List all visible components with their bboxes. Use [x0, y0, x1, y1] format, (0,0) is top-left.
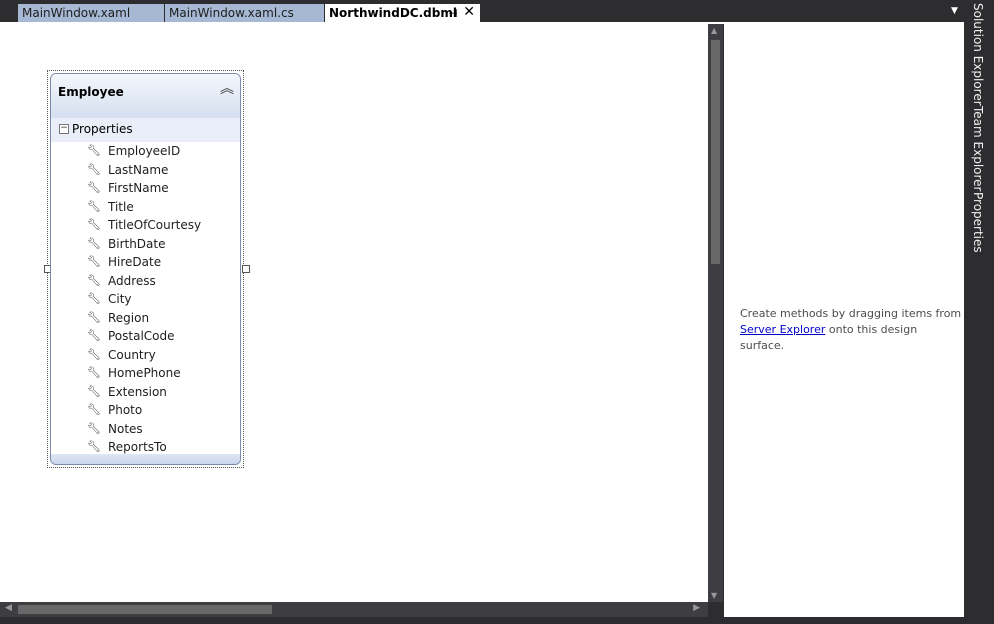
- property-item[interactable]: 🔧︎ Address: [51, 272, 240, 291]
- wrench-icon: 🔧︎: [87, 292, 101, 305]
- tab-mainwindow-xaml-cs[interactable]: MainWindow.xaml.cs: [165, 4, 324, 23]
- wrench-icon: 🔧︎: [87, 236, 101, 250]
- document-tab-bar: MainWindow.xaml MainWindow.xaml.cs North…: [0, 0, 994, 23]
- scroll-left-icon[interactable]: ◀: [5, 603, 12, 613]
- scroll-up-icon[interactable]: ▲: [711, 26, 717, 35]
- scroll-down-icon[interactable]: ▼: [711, 591, 717, 600]
- wrench-icon: 🔧︎: [87, 310, 101, 324]
- property-item[interactable]: 🔧︎ TitleOfCourtesy: [51, 216, 240, 235]
- side-tab-team-explorer[interactable]: Team Explorer: [971, 106, 985, 192]
- property-item[interactable]: 🔧︎ Photo: [51, 401, 240, 420]
- property-item[interactable]: 🔧︎ LastName: [51, 161, 240, 180]
- vertical-scrollbar[interactable]: ▲ ▼: [708, 24, 723, 602]
- property-item[interactable]: 🔧︎ HomePhone: [51, 364, 240, 383]
- wrench-icon: 🔧︎: [87, 403, 101, 416]
- tab-mainwindow-xaml[interactable]: MainWindow.xaml: [18, 4, 164, 23]
- scrollbar-corner: [708, 602, 723, 617]
- property-item[interactable]: 🔧︎ Region: [51, 309, 240, 328]
- property-item[interactable]: 🔧︎ Title: [51, 198, 240, 217]
- property-item[interactable]: 🔧︎ PostalCode: [51, 327, 240, 346]
- entity-title: Employee: [58, 85, 124, 99]
- pin-icon[interactable]: ⊣: [448, 4, 458, 23]
- properties-section-header[interactable]: − Properties: [51, 118, 240, 142]
- property-item[interactable]: 🔧︎ BirthDate: [51, 235, 240, 254]
- property-item[interactable]: 🔧︎ EmployeeID: [51, 142, 240, 161]
- wrench-icon: 🔧︎: [87, 199, 101, 213]
- wrench-icon: 🔧︎: [87, 144, 101, 157]
- tab-northwinddc-dbml[interactable]: NorthwindDC.dbml ⊣ ✕: [325, 4, 480, 23]
- wrench-icon: 🔧︎: [87, 329, 101, 342]
- dropdown-arrow-icon[interactable]: ▼: [951, 6, 958, 16]
- scroll-right-icon[interactable]: ▶: [693, 603, 700, 613]
- horizontal-scroll-thumb[interactable]: [18, 605, 272, 614]
- property-item[interactable]: 🔧︎ Extension: [51, 383, 240, 402]
- tab-label: MainWindow.xaml.cs: [169, 6, 294, 20]
- property-item[interactable]: 🔧︎ City: [51, 290, 240, 309]
- wrench-icon: 🔧︎: [87, 181, 101, 194]
- server-explorer-link[interactable]: Server Explorer: [740, 323, 825, 336]
- wrench-icon: 🔧︎: [87, 162, 101, 176]
- wrench-icon: 🔧︎: [87, 421, 101, 435]
- collapse-minus-icon[interactable]: −: [59, 124, 69, 134]
- property-list: 🔧︎ EmployeeID 🔧︎ LastName 🔧︎ FirstName 🔧︎ Ti…: [51, 142, 240, 457]
- message-prefix: Create methods by dragging items from: [740, 307, 962, 320]
- methods-pane-message: Create methods by dragging items from Se…: [740, 306, 962, 354]
- tab-label: MainWindow.xaml: [22, 6, 131, 20]
- side-tab-properties[interactable]: Properties: [971, 192, 985, 253]
- entity-header[interactable]: Employee ︽: [51, 74, 240, 118]
- wrench-icon: 🔧︎: [87, 255, 101, 268]
- side-tool-tabs: Solution Explorer Team Explorer Properti…: [964, 0, 994, 624]
- methods-pane[interactable]: Create methods by dragging items from Se…: [724, 24, 964, 617]
- status-strip: [0, 617, 994, 624]
- property-item[interactable]: 🔧︎ Country: [51, 346, 240, 365]
- property-item[interactable]: 🔧︎ FirstName: [51, 179, 240, 198]
- vertical-scroll-thumb[interactable]: [711, 40, 720, 264]
- employee-entity[interactable]: Employee ︽ − Properties 🔧︎ EmployeeID 🔧︎ L…: [50, 73, 241, 465]
- side-tab-solution-explorer[interactable]: Solution Explorer: [971, 3, 985, 106]
- wrench-icon: 🔧︎: [87, 273, 101, 287]
- property-item[interactable]: 🔧︎ HireDate: [51, 253, 240, 272]
- horizontal-scrollbar[interactable]: ◀ ▶: [0, 602, 708, 617]
- entity-footer: [51, 454, 240, 464]
- properties-label: Properties: [72, 122, 133, 136]
- tab-label: NorthwindDC.dbml: [329, 6, 457, 20]
- wrench-icon: 🔧︎: [87, 347, 101, 361]
- resize-handle-right[interactable]: [242, 265, 250, 273]
- property-item[interactable]: 🔧︎ Notes: [51, 420, 240, 439]
- wrench-icon: 🔧︎: [87, 366, 101, 379]
- double-chevron-up-icon[interactable]: ︽: [220, 78, 234, 98]
- wrench-icon: 🔧︎: [87, 384, 101, 398]
- close-icon[interactable]: ✕: [463, 4, 475, 22]
- wrench-icon: 🔧︎: [87, 218, 101, 231]
